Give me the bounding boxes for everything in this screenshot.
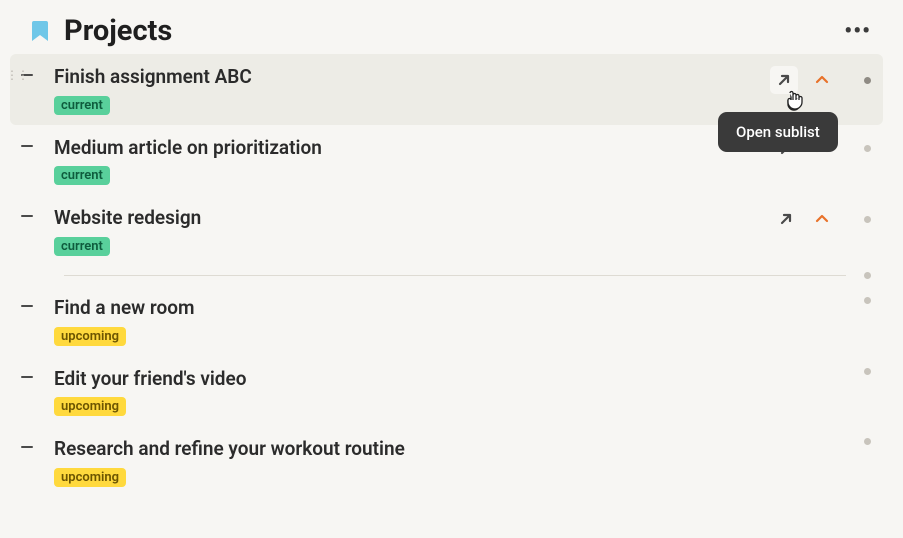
collapse-toggle-icon[interactable] (20, 139, 40, 153)
item-actions (846, 297, 871, 304)
item-title[interactable]: Research and refine your workout routine (54, 436, 836, 462)
item-title[interactable]: Find a new room (54, 295, 836, 321)
divider-line (64, 275, 846, 276)
item-menu-dot[interactable] (864, 368, 871, 375)
item-main: Medium article on prioritization current (54, 135, 764, 186)
project-list: ⋮⋮Finish assignment ABCcurrent⋮⋮Medium a… (0, 54, 903, 497)
project-item[interactable]: ⋮⋮Medium article on prioritizationcurren… (10, 125, 883, 196)
bookmark-icon (30, 19, 50, 43)
status-tag[interactable]: current (54, 96, 110, 115)
divider-row (10, 266, 883, 285)
status-tag[interactable]: upcoming (54, 468, 126, 487)
collapse-toggle-icon[interactable] (20, 370, 40, 384)
item-menu-dot[interactable] (864, 77, 871, 84)
page-header: Projects ••• (0, 0, 903, 54)
status-tag[interactable]: current (54, 166, 110, 185)
status-tag[interactable]: upcoming (54, 327, 126, 346)
collapse-toggle-icon[interactable] (20, 209, 40, 223)
project-item[interactable]: ⋮⋮Website redesigncurrent (10, 195, 883, 266)
item-title[interactable]: Finish assignment ABC (54, 64, 760, 90)
priority-up-icon[interactable] (810, 68, 834, 92)
item-menu-dot[interactable] (864, 297, 871, 304)
project-item[interactable]: ⋮⋮Finish assignment ABCcurrent (10, 54, 883, 125)
item-title[interactable]: Medium article on prioritization (54, 135, 764, 161)
status-tag[interactable]: upcoming (54, 397, 126, 416)
item-actions (770, 66, 871, 94)
item-menu-dot[interactable] (864, 272, 871, 279)
priority-up-icon[interactable] (810, 207, 834, 231)
item-actions (846, 438, 871, 445)
item-main: Edit your friend's video upcoming (54, 366, 836, 417)
item-menu-dot[interactable] (864, 145, 871, 152)
item-menu-dot[interactable] (864, 216, 871, 223)
page-title: Projects (64, 14, 836, 48)
item-main: Find a new room upcoming (54, 295, 836, 346)
project-item[interactable]: ⋮⋮Edit your friend's videoupcoming (10, 356, 883, 427)
item-title[interactable]: Edit your friend's video (54, 366, 836, 392)
project-item[interactable]: ⋮⋮Find a new roomupcoming (10, 285, 883, 356)
open-sublist-icon[interactable] (774, 137, 798, 161)
drag-handle-icon[interactable]: ⋮⋮ (6, 68, 28, 82)
status-tag[interactable]: current (54, 237, 110, 256)
item-main: Website redesign current (54, 205, 764, 256)
project-item[interactable]: ⋮⋮Research and refine your workout routi… (10, 426, 883, 497)
item-main: Research and refine your workout routine… (54, 436, 836, 487)
item-title[interactable]: Website redesign (54, 205, 764, 231)
item-actions (774, 137, 871, 161)
item-main: Finish assignment ABC current (54, 64, 760, 115)
item-menu-dot[interactable] (864, 438, 871, 445)
open-sublist-icon[interactable] (770, 66, 798, 94)
open-sublist-icon[interactable] (774, 207, 798, 231)
more-menu-icon[interactable]: ••• (836, 15, 879, 48)
priority-up-icon[interactable] (810, 137, 834, 161)
collapse-toggle-icon[interactable] (20, 440, 40, 454)
item-actions (846, 368, 871, 375)
item-actions (774, 207, 871, 231)
collapse-toggle-icon[interactable] (20, 299, 40, 313)
